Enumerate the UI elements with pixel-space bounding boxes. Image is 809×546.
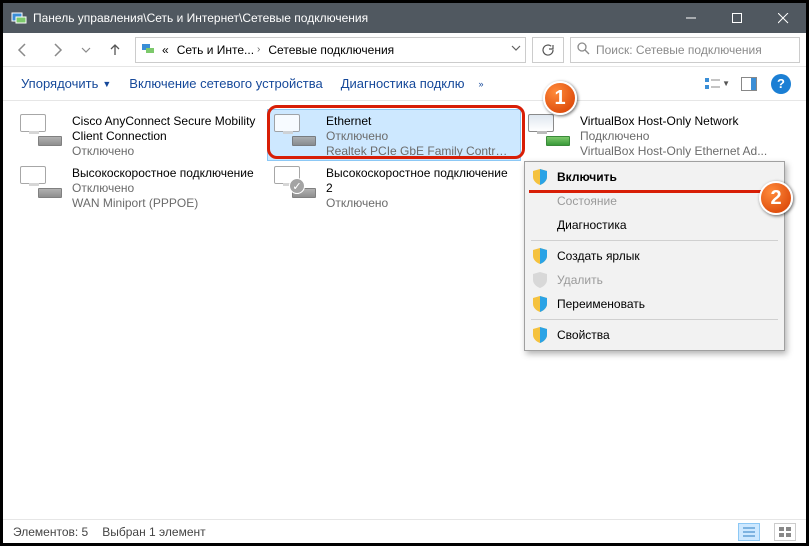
connection-item-cisco[interactable]: Cisco AnyConnect Secure Mobility Client … — [13, 109, 267, 161]
refresh-button[interactable] — [532, 37, 564, 63]
address-bar-row: « Сеть и Инте...› Сетевые подключения По… — [3, 33, 806, 67]
titlebar: Панель управления\Сеть и Интернет\Сетевы… — [3, 3, 806, 33]
window-title: Панель управления\Сеть и Интернет\Сетевы… — [33, 11, 668, 25]
shield-icon — [531, 271, 549, 289]
status-selection: Выбран 1 элемент — [102, 525, 205, 539]
help-button[interactable]: ? — [768, 71, 794, 97]
item-name: Высокоскоростное подключение — [72, 166, 260, 181]
status-count: Элементов: 5 — [13, 525, 88, 539]
back-button[interactable] — [9, 37, 37, 63]
search-box[interactable]: Поиск: Сетевые подключения — [570, 37, 800, 63]
history-dropdown[interactable] — [77, 37, 95, 63]
crumb-back[interactable]: « — [160, 41, 171, 59]
window-icon — [11, 10, 27, 26]
item-status: Подключено — [580, 129, 768, 144]
shield-icon — [531, 326, 549, 344]
ctx-rename[interactable]: Переименовать — [527, 292, 782, 316]
connection-item-ethernet[interactable]: Ethernet Отключено Realtek PCIe GbE Fami… — [267, 109, 521, 161]
address-box[interactable]: « Сеть и Инте...› Сетевые подключения — [135, 37, 526, 63]
content-area: Cisco AnyConnect Secure Mobility Client … — [3, 101, 806, 519]
ctx-properties[interactable]: Свойства — [527, 323, 782, 347]
context-menu: Включить Состояние Диагностика Создать я… — [524, 161, 785, 351]
chevron-down-icon: ▼ — [102, 79, 111, 89]
forward-button[interactable] — [43, 37, 71, 63]
organize-button[interactable]: Упорядочить▼ — [15, 72, 117, 95]
address-dropdown[interactable] — [511, 43, 521, 56]
chevron-right-icon: › — [257, 44, 260, 55]
ctx-enable[interactable]: Включить — [527, 165, 782, 189]
shield-icon — [531, 295, 549, 313]
details-view-button[interactable] — [738, 523, 760, 541]
shield-icon — [531, 247, 549, 265]
diagnose-button[interactable]: Диагностика подклю — [335, 72, 471, 95]
search-placeholder: Поиск: Сетевые подключения — [596, 43, 762, 57]
item-name: VirtualBox Host-Only Network — [580, 114, 768, 129]
item-status: Отключено — [326, 129, 514, 144]
connection-item-broadband1[interactable]: Высокоскоростное подключение Отключено W… — [13, 161, 267, 213]
preview-pane-button[interactable] — [736, 71, 762, 97]
ctx-status: Состояние — [527, 189, 782, 213]
icons-view-button[interactable] — [774, 523, 796, 541]
item-device: VirtualBox Host-Only Ethernet Ad... — [580, 144, 768, 159]
minimize-button[interactable] — [668, 3, 714, 33]
item-name: Cisco AnyConnect Secure Mobility Client … — [72, 114, 260, 144]
up-button[interactable] — [101, 37, 129, 63]
item-status: Отключено — [326, 196, 514, 211]
chevron-right-icon: » — [478, 79, 483, 89]
toolbar: Упорядочить▼ Включение сетевого устройст… — [3, 67, 806, 101]
view-options-button[interactable]: ▼ — [704, 71, 730, 97]
connection-item-broadband2[interactable]: ✓ Высокоскоростное подключение 2 Отключе… — [267, 161, 521, 213]
nic-icon — [528, 114, 572, 154]
connection-item-virtualbox[interactable]: VirtualBox Host-Only Network Подключено … — [521, 109, 775, 161]
crumb-1[interactable]: Сеть и Инте...› — [175, 41, 263, 59]
overflow-button[interactable]: » — [476, 75, 485, 93]
item-name: Ethernet — [326, 114, 514, 129]
window-buttons — [668, 3, 806, 33]
nic-icon — [274, 114, 318, 154]
location-icon — [140, 40, 156, 59]
item-name: Высокоскоростное подключение 2 — [326, 166, 514, 196]
window: Панель управления\Сеть и Интернет\Сетевы… — [0, 0, 809, 546]
crumb-2[interactable]: Сетевые подключения — [266, 41, 396, 59]
enable-device-button[interactable]: Включение сетевого устройства — [123, 72, 328, 95]
separator — [531, 319, 778, 320]
help-icon: ? — [771, 74, 791, 94]
item-device: Realtek PCIe GbE Family Controller — [326, 144, 514, 159]
maximize-button[interactable] — [714, 3, 760, 33]
search-icon — [577, 42, 590, 58]
ctx-shortcut[interactable]: Создать ярлык — [527, 244, 782, 268]
close-button[interactable] — [760, 3, 806, 33]
nic-icon: ✓ — [274, 166, 318, 206]
item-status: Отключено — [72, 144, 260, 159]
status-bar: Элементов: 5 Выбран 1 элемент — [3, 519, 806, 543]
nic-icon — [20, 166, 64, 206]
item-status: Отключено — [72, 181, 260, 196]
nic-icon — [20, 114, 64, 154]
shield-icon — [531, 168, 549, 186]
ctx-delete: Удалить — [527, 268, 782, 292]
separator — [531, 240, 778, 241]
check-icon: ✓ — [289, 178, 305, 194]
ctx-diagnose[interactable]: Диагностика — [527, 213, 782, 237]
item-device: WAN Miniport (PPPOE) — [72, 196, 260, 211]
